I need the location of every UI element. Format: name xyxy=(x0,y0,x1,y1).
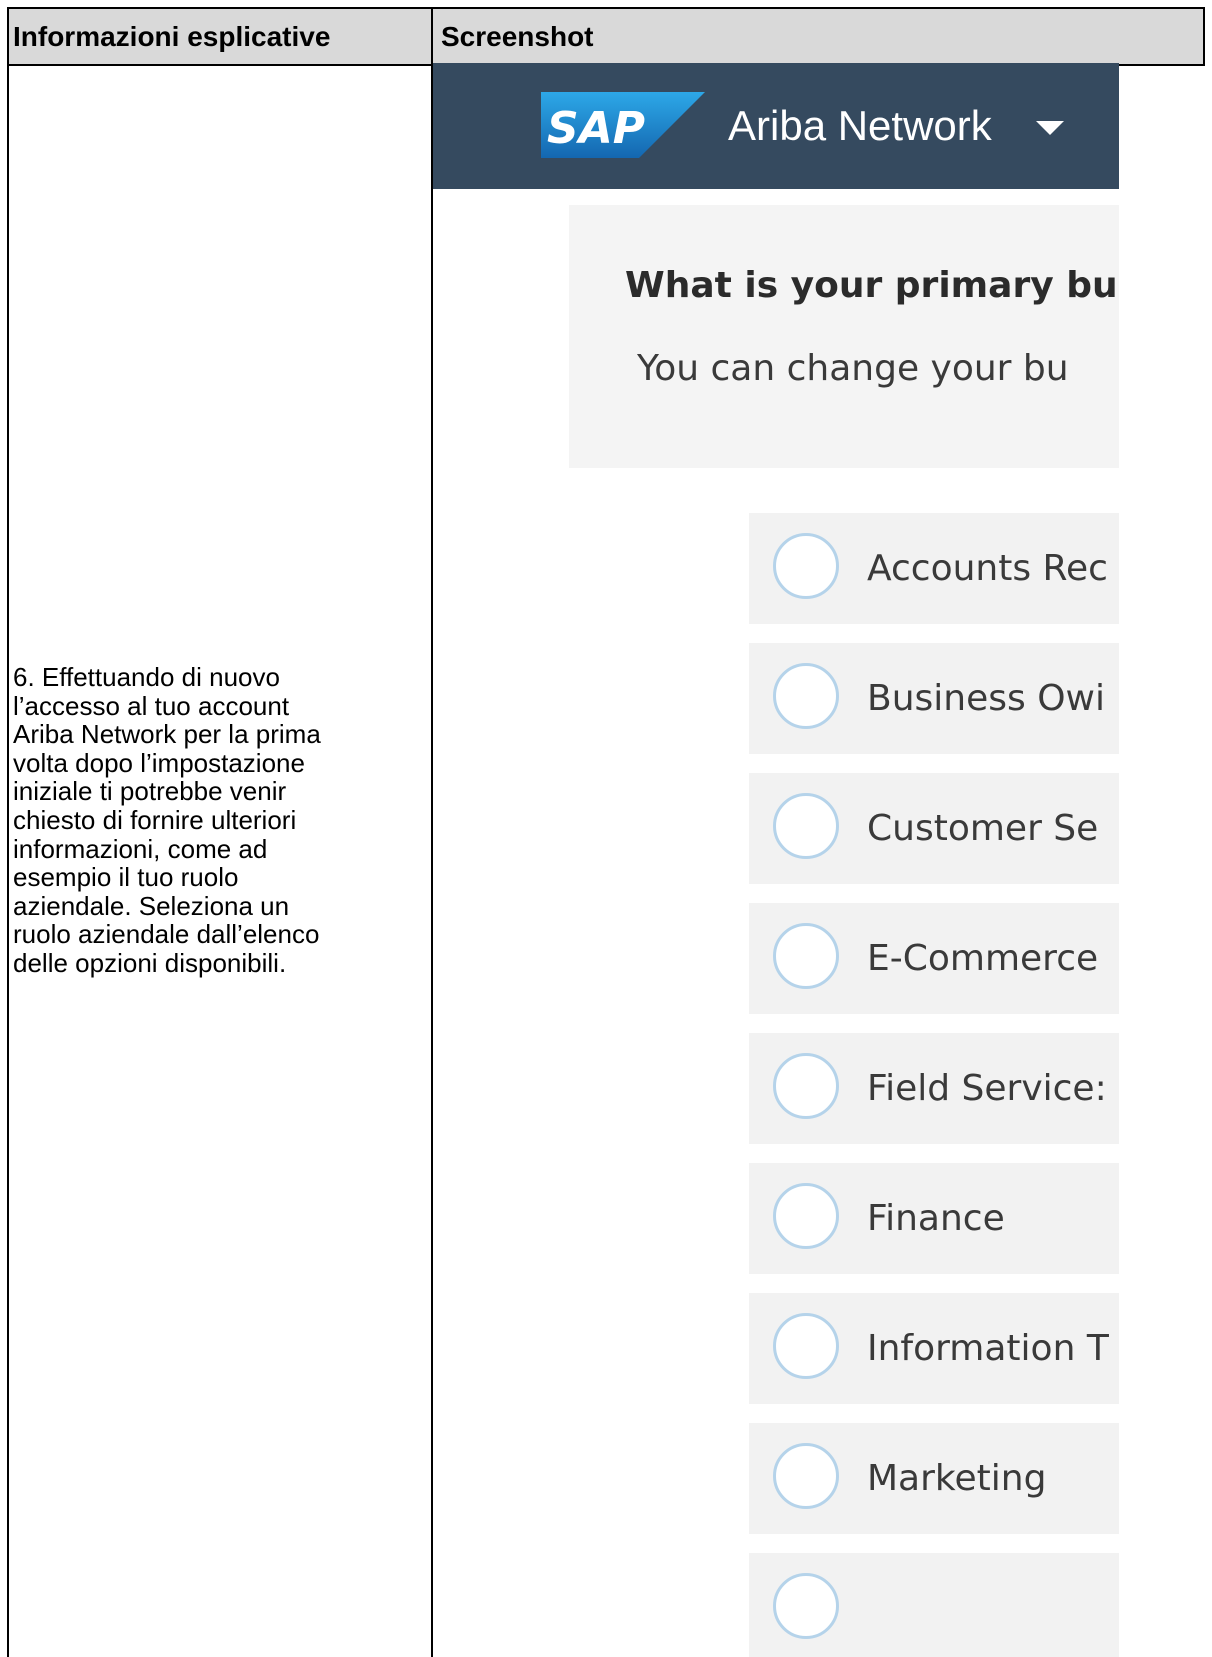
radio-circle-icon[interactable] xyxy=(773,1053,839,1119)
instruction-text: 6. Effettuando di nuovo l’accesso al tuo… xyxy=(13,662,321,978)
role-label: Accounts Rec xyxy=(867,548,1108,589)
role-option-e-commerce[interactable]: E-Commerce xyxy=(749,903,1119,1014)
radio-circle-icon[interactable] xyxy=(773,793,839,859)
radio-circle-icon[interactable] xyxy=(773,1313,839,1379)
header-screenshot: Screenshot xyxy=(441,20,594,52)
role-label: Finance xyxy=(867,1198,1005,1239)
role-option-information-technology[interactable]: Information T xyxy=(749,1293,1119,1404)
role-option-finance[interactable]: Finance xyxy=(749,1163,1119,1274)
role-option-business-owner[interactable]: Business Owi xyxy=(749,643,1119,754)
brand-name[interactable]: Ariba Network xyxy=(728,97,992,155)
sap-logo[interactable]: SAP xyxy=(541,92,705,158)
role-label: Marketing xyxy=(867,1458,1047,1499)
table-right-border xyxy=(1203,9,1205,66)
sap-logo-text: SAP xyxy=(547,103,645,154)
radio-circle-icon[interactable] xyxy=(773,1443,839,1509)
role-label: E-Commerce xyxy=(867,938,1099,979)
radio-circle-icon[interactable] xyxy=(773,663,839,729)
app-header-bar: SAP Ariba Network xyxy=(433,63,1119,189)
role-option-partial[interactable] xyxy=(749,1553,1119,1657)
question-subtitle: You can change your bu xyxy=(637,348,1069,389)
radio-circle-icon[interactable] xyxy=(773,1573,839,1639)
radio-circle-icon[interactable] xyxy=(773,533,839,599)
role-option-marketing[interactable]: Marketing xyxy=(749,1423,1119,1534)
role-label: Business Owi xyxy=(867,678,1105,719)
role-option-customer-service[interactable]: Customer Se xyxy=(749,773,1119,884)
role-option-accounts-receivable[interactable]: Accounts Rec xyxy=(749,513,1119,624)
role-label: Customer Se xyxy=(867,808,1099,849)
header-explanatory-info: Informazioni esplicative xyxy=(13,20,331,52)
role-option-field-services[interactable]: Field Service: xyxy=(749,1033,1119,1144)
question-title: What is your primary bus xyxy=(625,265,1119,306)
screenshot-cell: SAP Ariba Network What is your primary b… xyxy=(433,63,1119,1657)
chevron-down-icon[interactable] xyxy=(1036,121,1064,137)
question-panel: What is your primary bus You can change … xyxy=(569,205,1119,468)
radio-circle-icon[interactable] xyxy=(773,923,839,989)
radio-circle-icon[interactable] xyxy=(773,1183,839,1249)
table-header-row: Informazioni esplicative Screenshot xyxy=(9,9,1205,66)
role-label: Field Service: xyxy=(867,1068,1107,1109)
role-label: Information T xyxy=(867,1328,1109,1369)
